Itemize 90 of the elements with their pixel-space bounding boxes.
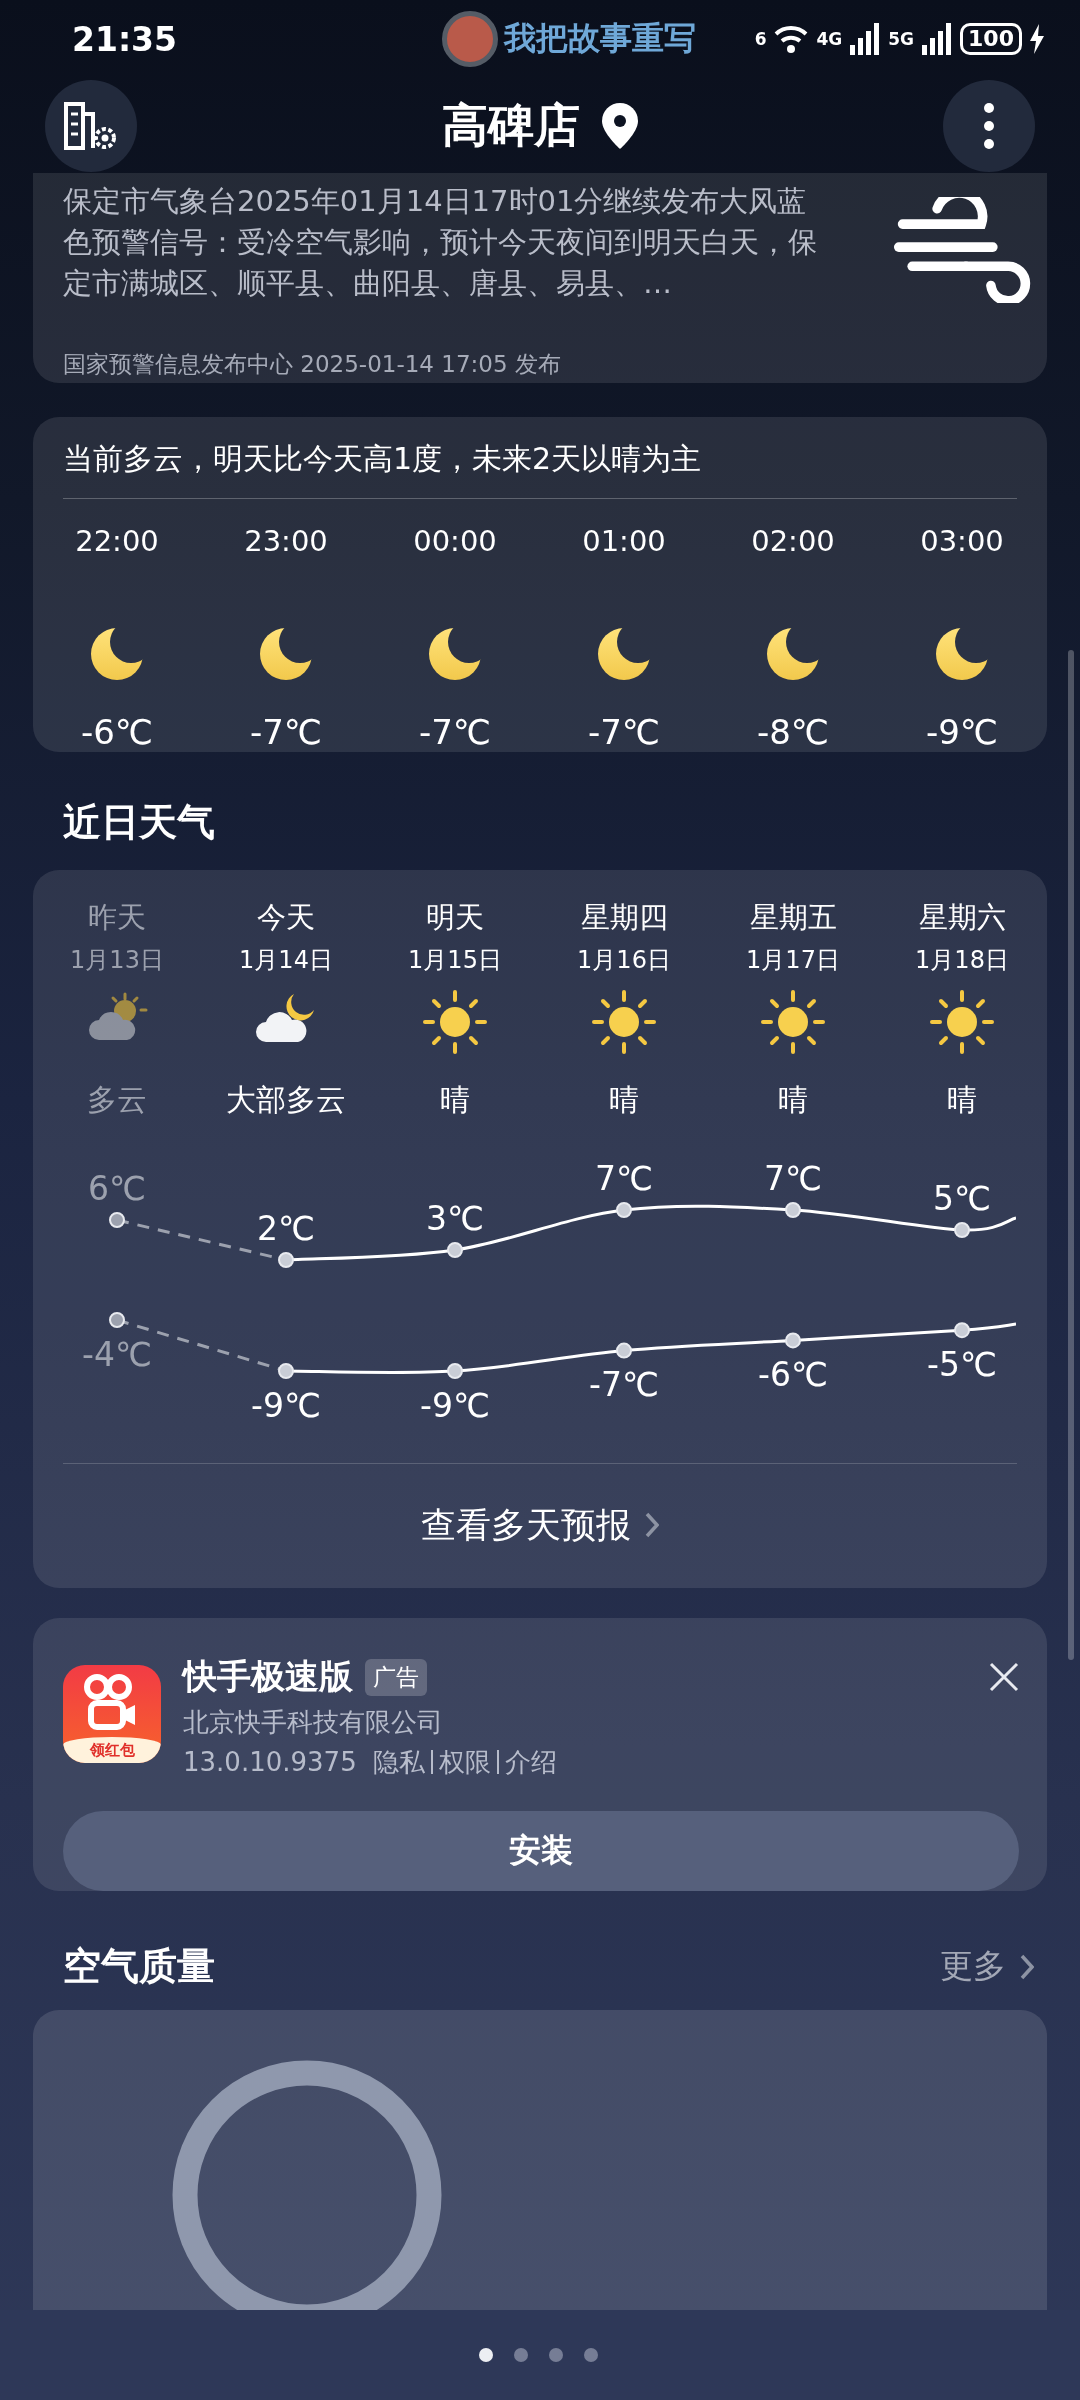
condition-label: 晴	[778, 1082, 808, 1118]
chevron-right-icon	[645, 1512, 659, 1538]
scrollbar[interactable]	[1068, 650, 1074, 1660]
temperature-label: 5℃	[932, 1178, 992, 1218]
info-link[interactable]: 介绍	[496, 1750, 563, 1774]
hour-temperature: -7℃	[418, 712, 492, 752]
forecast-summary: 当前多云，明天比今天高1度，未来2天以晴为主	[63, 440, 703, 478]
location-pin-icon	[602, 102, 638, 149]
page-dot[interactable]	[513, 2348, 528, 2362]
ad-badge: 广告	[365, 1658, 427, 1696]
network-label: 5G	[888, 29, 915, 50]
hour-temperature: -9℃	[925, 712, 999, 752]
temperature-label: -9℃	[251, 1385, 321, 1425]
temperature-label: 3℃	[425, 1198, 485, 1238]
page-dot[interactable]	[548, 2348, 563, 2362]
version-text: 13.0.10.9375	[183, 1746, 357, 1779]
hour-label: 03:00	[920, 523, 1004, 560]
condition-label: 晴	[609, 1082, 639, 1118]
day-label: 星期四	[580, 899, 668, 935]
wifi-icon	[774, 24, 809, 55]
page-dot[interactable]	[478, 2348, 493, 2362]
day-label: 星期五	[749, 899, 837, 935]
date-label: 1月14日	[239, 945, 333, 975]
building-gear-icon	[63, 99, 119, 152]
moon-icon	[767, 628, 819, 680]
temperature-label: 6℃	[87, 1168, 147, 1208]
day-label: 星期六	[918, 899, 1006, 935]
temperature-label: 2℃	[256, 1208, 316, 1248]
app-icon[interactable]: 领红包	[63, 1665, 161, 1763]
city-name: 高碑店	[442, 96, 580, 154]
more-link[interactable]: 更多	[940, 1944, 1034, 1989]
temperature-label: 7℃	[763, 1158, 823, 1198]
day-label: 明天	[426, 899, 484, 935]
moon-icon	[429, 628, 481, 680]
date-label: 1月17日	[746, 945, 840, 975]
hour-label: 22:00	[75, 523, 159, 560]
moon-icon	[91, 628, 143, 680]
condition-label: 晴	[440, 1082, 470, 1118]
wifi-label: 6	[754, 29, 767, 50]
app-name: 快手极速版	[183, 1655, 353, 1698]
hour-temperature: -7℃	[587, 712, 661, 752]
signal-icon	[922, 23, 953, 56]
condition-label: 晴	[947, 1082, 977, 1118]
bolt-icon	[1030, 24, 1044, 55]
network-label: 4G	[816, 29, 843, 50]
date-label: 1月18日	[915, 945, 1009, 975]
temperature-label: -5℃	[927, 1344, 997, 1384]
temperature-label: -4℃	[82, 1334, 152, 1374]
day-label: 今天	[257, 899, 315, 935]
date-label: 1月15日	[408, 945, 502, 975]
warning-text[interactable]: 保定市气象台2025年01月14日17时01分继续发布大风蓝色预警信号：受冷空气影响，预计今天夜间到明天白天，保定市满城区、顺平县、曲阳县、唐县、易县、…	[63, 180, 833, 304]
moon-icon	[936, 628, 988, 680]
install-button[interactable]: 安装	[63, 1811, 1019, 1891]
condition-label: 多云	[87, 1082, 147, 1118]
battery-level: 100	[960, 23, 1022, 56]
hour-temperature: -8℃	[756, 712, 830, 752]
clock: 21:35	[72, 19, 179, 59]
chevron-right-icon	[1020, 1953, 1034, 1980]
music-ticker: 我把故事重写	[504, 18, 696, 60]
day-label: 昨天	[88, 899, 146, 935]
camera-logo-icon	[81, 1673, 137, 1733]
date-label: 1月13日	[70, 945, 164, 975]
developer-name: 北京快手科技有限公司	[183, 1706, 444, 1739]
section-title: 近日天气	[62, 799, 216, 846]
hour-temperature: -7℃	[249, 712, 323, 752]
page-dot[interactable]	[583, 2348, 598, 2362]
info-link[interactable]: 隐私	[366, 1750, 431, 1774]
date-label: 1月16日	[577, 945, 671, 975]
menu-icon	[983, 101, 995, 150]
temperature-label: -6℃	[758, 1354, 828, 1394]
warning-source: 国家预警信息发布中心 2025-01-14 17:05 发布	[63, 349, 562, 379]
section-title: 空气质量	[63, 1943, 215, 1990]
condition-label: 大部多云	[226, 1082, 346, 1118]
app-icon-caption: 领红包	[63, 1737, 161, 1763]
signal-icon	[850, 23, 881, 56]
temperature-label: -9℃	[420, 1385, 490, 1425]
info-link[interactable]: 权限	[430, 1750, 497, 1774]
hour-label: 02:00	[751, 523, 835, 560]
hour-label: 01:00	[582, 523, 666, 560]
hour-temperature: -6℃	[80, 712, 154, 752]
moon-icon	[260, 628, 312, 680]
close-icon	[989, 1662, 1019, 1692]
gauge-ring-icon	[172, 2060, 442, 2310]
more-days-link[interactable]: 查看多天预报	[421, 1503, 659, 1547]
hour-label: 23:00	[244, 523, 328, 560]
temperature-label: 7℃	[594, 1158, 654, 1198]
avatar	[442, 11, 498, 68]
temperature-label: -7℃	[589, 1365, 659, 1405]
moon-icon	[598, 628, 650, 680]
hour-label: 00:00	[413, 523, 497, 560]
